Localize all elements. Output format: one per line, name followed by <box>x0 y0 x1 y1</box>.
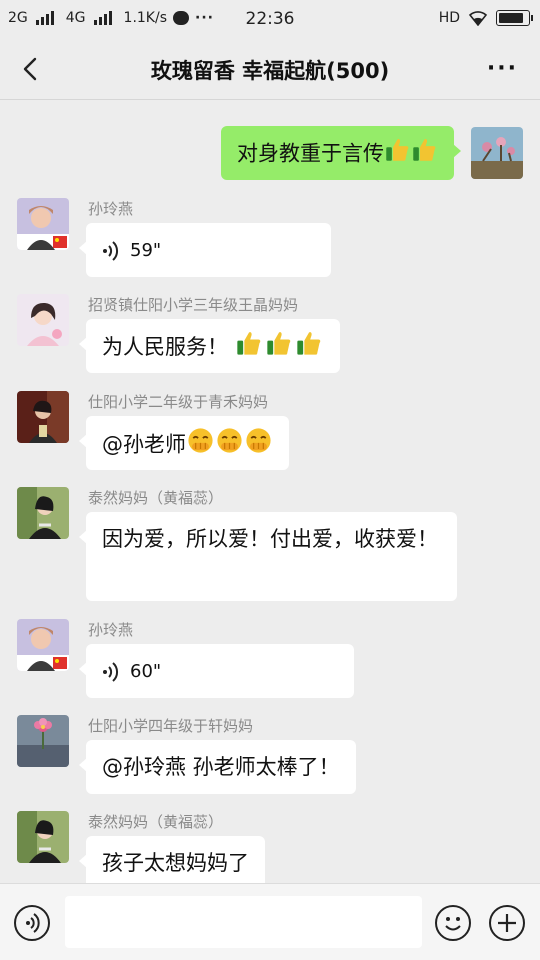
sender-name: 招贤镇仕阳小学三年级王晶妈妈 <box>88 296 299 314</box>
sender-name: 泰然妈妈（黄福蕊） <box>88 813 224 831</box>
voice-mode-icon[interactable] <box>14 905 50 941</box>
voice-message-bubble[interactable]: 60" <box>79 644 354 698</box>
status-right: HD <box>438 10 533 26</box>
more-horizontal-icon[interactable]: ··· <box>487 56 518 81</box>
sender-avatar[interactable] <box>17 198 69 250</box>
message-row: 仕阳小学二年级于青禾妈妈 @孙老师 <box>0 391 540 471</box>
text-message-bubble[interactable]: 因为爱，所以爱！付出爱，收获爱！ <box>79 512 457 601</box>
text-message-bubble[interactable]: 孩子太想妈妈了 <box>79 836 265 883</box>
message-row: 仕阳小学四年级于轩妈妈 @孙玲燕 孙老师太棒了！ <box>0 715 540 795</box>
wifi-icon <box>468 11 488 26</box>
voice-playback-icon <box>103 241 119 261</box>
chat-message-list[interactable]: 对身教重于言传 孙玲燕 59" 招贤镇仕阳小学三年级王晶妈妈 为人民服务！ 仕阳… <box>0 101 540 883</box>
sender-avatar[interactable] <box>17 391 69 443</box>
thumbs-up-icon <box>384 136 438 173</box>
sender-name: 孙玲燕 <box>88 621 134 639</box>
chat-title: 玫瑰留香 幸福起航(500) <box>150 59 390 83</box>
sender-avatar[interactable] <box>17 487 69 539</box>
voice-duration: 60" <box>130 661 162 682</box>
status-bar: 2G 4G 1.1K/s ··· 22:36 HD <box>0 0 540 38</box>
message-row: 对身教重于言传 <box>0 125 540 185</box>
message-text: 为人民服务！ <box>102 335 228 359</box>
voice-playback-icon <box>103 662 119 682</box>
battery-icon <box>496 10 533 26</box>
text-message-bubble[interactable]: 为人民服务！ <box>79 319 340 373</box>
hd-label: HD <box>438 10 460 26</box>
sender-name: 泰然妈妈（黄福蕊） <box>88 489 224 507</box>
voice-message-bubble[interactable]: 59" <box>79 223 331 277</box>
plus-circle-icon[interactable] <box>489 905 525 941</box>
message-text: 因为爱，所以爱！付出爱，收获爱！ <box>102 527 438 551</box>
message-row: 泰然妈妈（黄福蕊） 孩子太想妈妈了 <box>0 811 540 883</box>
sender-avatar[interactable] <box>17 715 69 767</box>
my-avatar[interactable] <box>471 127 523 179</box>
message-row: 孙玲燕 60" <box>0 619 540 699</box>
chat-header: 玫瑰留香 幸福起航(500) ··· <box>0 38 540 100</box>
sender-name: 仕阳小学四年级于轩妈妈 <box>88 717 254 735</box>
sender-name: 仕阳小学二年级于青禾妈妈 <box>88 393 269 411</box>
sender-avatar[interactable] <box>17 619 69 671</box>
text-message-bubble[interactable]: @孙玲燕 孙老师太棒了！ <box>79 740 356 794</box>
my-message-bubble[interactable]: 对身教重于言传 <box>221 126 461 180</box>
message-text: @孙老师 <box>102 432 186 457</box>
sender-name: 孙玲燕 <box>88 200 134 218</box>
message-row: 孙玲燕 59" <box>0 198 540 278</box>
message-text: @孙玲燕 孙老师太棒了！ <box>102 755 340 779</box>
sender-avatar[interactable] <box>17 811 69 863</box>
message-input[interactable] <box>65 896 422 948</box>
emoji-smile-icon[interactable] <box>435 905 471 941</box>
sneaky-face-icon <box>186 426 273 465</box>
message-row: 泰然妈妈（黄福蕊） 因为爱，所以爱！付出爱，收获爱！ <box>0 487 540 603</box>
sender-avatar[interactable] <box>17 294 69 346</box>
text-message-bubble[interactable]: @孙老师 <box>79 416 289 470</box>
voice-duration: 59" <box>130 240 162 261</box>
message-text: 对身教重于言传 <box>237 141 384 166</box>
message-text: 孩子太想妈妈了 <box>102 851 249 875</box>
message-input-bar <box>0 883 540 960</box>
thumbs-up-icon <box>234 329 324 367</box>
message-row: 招贤镇仕阳小学三年级王晶妈妈 为人民服务！ <box>0 294 540 374</box>
